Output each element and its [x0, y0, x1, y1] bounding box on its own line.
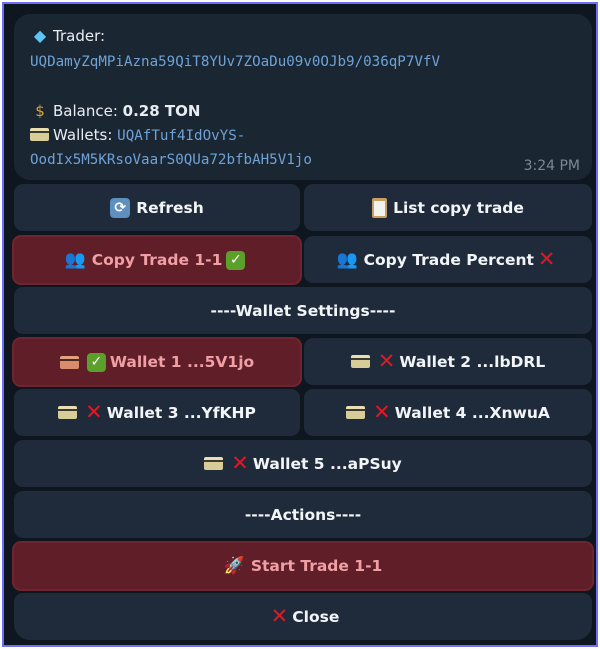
- balance-line: $ Balance: 0.28 TON: [30, 102, 200, 120]
- refresh-button[interactable]: ⟳ Refresh: [14, 184, 300, 231]
- cross-icon: ✕: [377, 349, 396, 373]
- start-trade-label: Start Trade 1-1: [250, 557, 383, 575]
- actions-header-button[interactable]: ----Actions----: [14, 491, 592, 538]
- close-button[interactable]: ✕ Close: [14, 593, 592, 640]
- refresh-icon: ⟳: [110, 197, 131, 218]
- wallet-settings-header-label: ----Wallet Settings----: [210, 301, 396, 320]
- wallets-address-part1[interactable]: UQAfTuf4IdOvYS-: [117, 128, 245, 144]
- copy-trade-percent-label: Copy Trade Percent: [363, 250, 534, 269]
- check-icon: ✓: [86, 352, 106, 372]
- copy-trade-1-1-button[interactable]: 👥 Copy Trade 1-1 ✓: [12, 235, 302, 285]
- credit-card-icon: [59, 355, 79, 369]
- chat-window: ◆ Trader: UQDamyZqMPiAzna59QiT8YUv7ZOaDu0…: [2, 2, 598, 647]
- wallet-4-label: Wallet 4 ...XnwuA: [394, 403, 550, 422]
- trader-line: ◆ Trader:: [30, 26, 105, 45]
- wallet-1-button[interactable]: ✓ Wallet 1 ...5V1jo: [12, 337, 302, 387]
- users-icon: 👥: [64, 250, 86, 270]
- copy-trade-1-1-label: Copy Trade 1-1: [91, 251, 223, 269]
- balance-label: Balance:: [53, 102, 118, 120]
- wallet-3-button[interactable]: ✕ Wallet 3 ...YfKHP: [14, 389, 300, 436]
- close-label: Close: [292, 607, 340, 626]
- wallet-4-button[interactable]: ✕ Wallet 4 ...XnwuA: [304, 389, 592, 436]
- money-bag-icon: $: [35, 102, 45, 120]
- cross-icon: ✕: [373, 400, 391, 424]
- diamond-icon: ◆: [33, 26, 47, 45]
- close-icon: ✕: [270, 604, 289, 628]
- bot-message: ◆ Trader: UQDamyZqMPiAzna59QiT8YUv7ZOaDu0…: [14, 14, 592, 180]
- wallet-1-label: Wallet 1 ...5V1jo: [109, 353, 255, 371]
- wallet-5-label: Wallet 5 ...aPSuy: [252, 454, 402, 473]
- cross-icon: ✕: [231, 451, 249, 475]
- users-icon: 👥: [336, 249, 358, 270]
- wallets-label: Wallets:: [53, 126, 113, 144]
- wallet-2-button[interactable]: ✕ Wallet 2 ...lbDRL: [304, 338, 592, 385]
- refresh-label: Refresh: [136, 198, 204, 217]
- wallets-address-part2[interactable]: OodIx5M5KRsoVaarS0QUa72bfbAH5V1jo: [30, 152, 312, 168]
- credit-card-icon: [350, 355, 370, 368]
- actions-header-label: ----Actions----: [244, 505, 362, 524]
- credit-card-icon: [58, 406, 78, 419]
- rocket-icon: 🚀: [223, 556, 245, 576]
- message-timestamp: 3:24 PM: [523, 158, 580, 174]
- check-icon: ✓: [226, 250, 246, 270]
- balance-value: 0.28 TON: [122, 102, 201, 120]
- trader-address[interactable]: UQDamyZqMPiAzna59QiT8YUv7ZOaDu09v0OJb9/0…: [30, 54, 440, 70]
- list-copy-trade-label: List copy trade: [393, 198, 524, 217]
- wallet-3-label: Wallet 3 ...YfKHP: [106, 403, 256, 422]
- trader-label: Trader:: [53, 27, 106, 45]
- wallet-5-button[interactable]: ✕ Wallet 5 ...aPSuy: [14, 440, 592, 487]
- start-trade-button[interactable]: 🚀 Start Trade 1-1: [12, 541, 594, 591]
- wallet-settings-header-button[interactable]: ----Wallet Settings----: [14, 287, 592, 334]
- credit-card-icon: [30, 128, 49, 141]
- wallet-2-label: Wallet 2 ...lbDRL: [399, 352, 546, 371]
- cross-icon: ✕: [537, 247, 556, 271]
- copy-trade-percent-button[interactable]: 👥 Copy Trade Percent ✕: [304, 236, 592, 283]
- cross-icon: ✕: [85, 400, 103, 424]
- credit-card-icon: [204, 457, 224, 470]
- wallets-line: Wallets: UQAfTuf4IdOvYS-: [30, 126, 245, 144]
- list-copy-trade-button[interactable]: List copy trade: [304, 184, 592, 231]
- clipboard-icon: [372, 197, 388, 218]
- credit-card-icon: [346, 406, 366, 419]
